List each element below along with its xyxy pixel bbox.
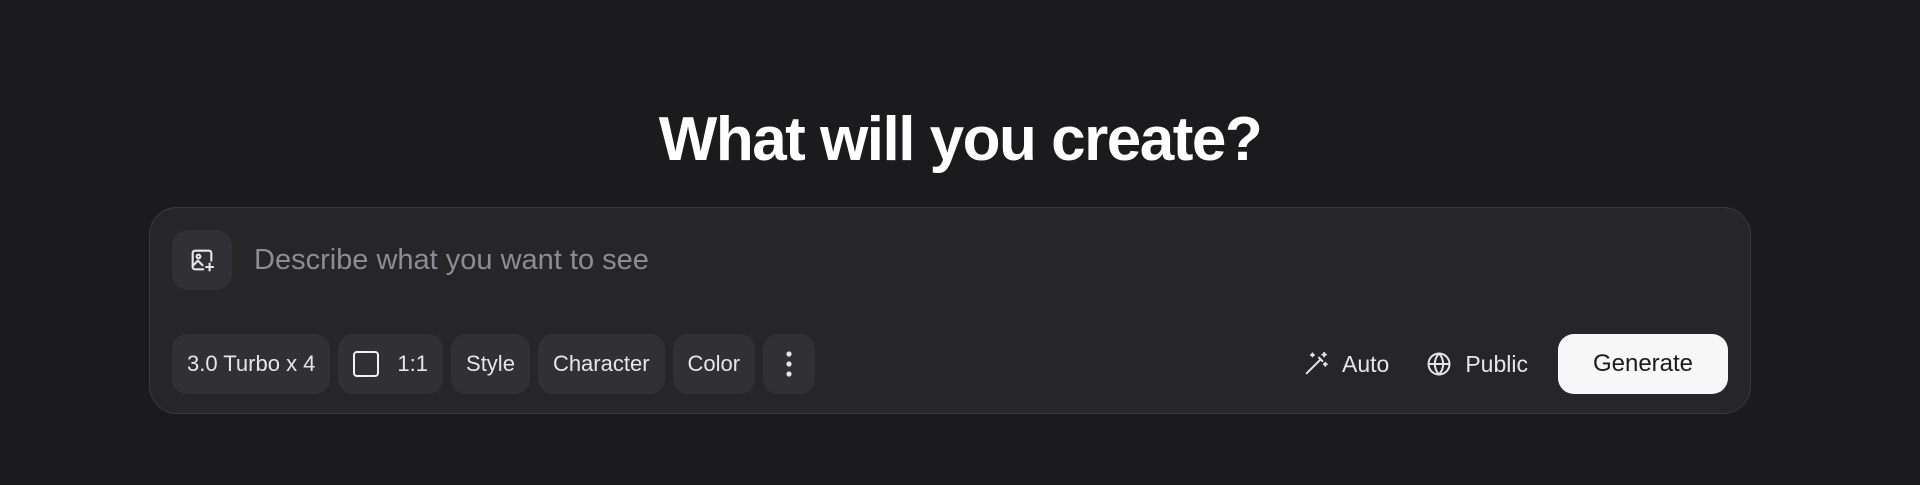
- image-upload-button[interactable]: [172, 230, 232, 290]
- style-selector[interactable]: Style: [451, 334, 530, 394]
- model-label: 3.0 Turbo x 4: [187, 351, 316, 376]
- generation-controls: Auto Public Generate: [1302, 334, 1728, 394]
- aspect-ratio-selector[interactable]: 1:1: [338, 334, 444, 394]
- aspect-ratio-label: 1:1: [397, 351, 429, 376]
- visibility-label: Public: [1465, 350, 1528, 377]
- model-selector[interactable]: 3.0 Turbo x 4: [172, 334, 331, 394]
- more-options-button[interactable]: [763, 334, 816, 394]
- globe-icon: [1427, 352, 1451, 376]
- color-label: Color: [687, 351, 741, 376]
- prompt-composer: 3.0 Turbo x 4 1:1 Style Character Color: [149, 207, 1751, 414]
- square-icon: [353, 351, 380, 377]
- magic-wand-icon: [1305, 351, 1328, 375]
- auto-toggle[interactable]: Auto: [1302, 334, 1389, 394]
- vertical-dots-icon: [786, 351, 792, 377]
- generation-options: 3.0 Turbo x 4 1:1 Style Character Color: [172, 334, 816, 394]
- prompt-input[interactable]: [254, 236, 1714, 284]
- character-label: Character: [552, 351, 650, 376]
- image-plus-icon: [191, 249, 215, 272]
- character-selector[interactable]: Character: [537, 334, 665, 394]
- generate-button[interactable]: Generate: [1558, 334, 1728, 394]
- visibility-toggle[interactable]: Public: [1425, 334, 1528, 394]
- page-title: What will you create?: [658, 105, 1263, 174]
- color-selector[interactable]: Color: [672, 334, 756, 394]
- style-label: Style: [466, 351, 515, 376]
- auto-label: Auto: [1342, 350, 1390, 377]
